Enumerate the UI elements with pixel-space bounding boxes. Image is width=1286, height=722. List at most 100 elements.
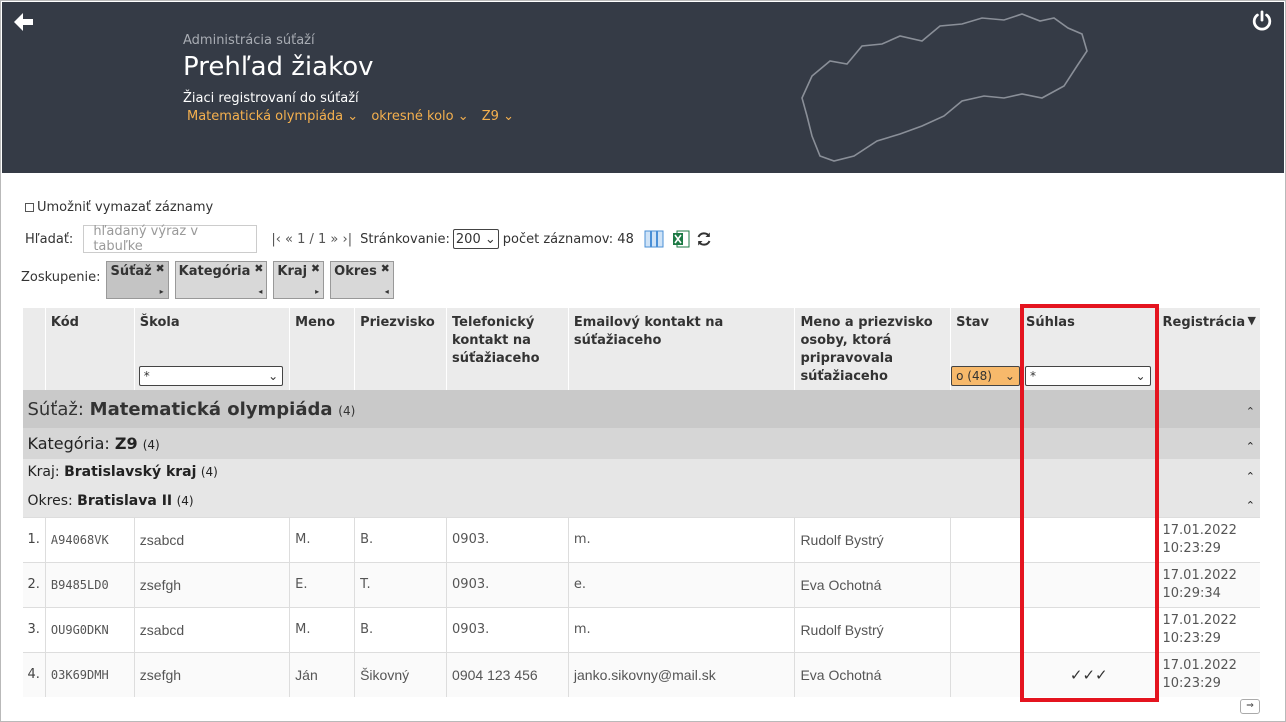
cell-stav (950, 651, 1021, 697)
toolbar: Hľadať: hľadaný výraz v tabuľke |‹ « 1 /… (25, 224, 712, 254)
close-icon[interactable]: ✖ (254, 262, 263, 275)
sort-icon: ▸ (159, 287, 164, 296)
grouping-label: Zoskupenie: (21, 270, 101, 285)
suhlas-filter-select[interactable]: * ⌄ (1024, 366, 1151, 386)
reg-time: 10:23:29 (1162, 540, 1221, 556)
cell-email: m. (567, 516, 795, 562)
cell-registracia: 17.01.2022 10:23:29 (1156, 516, 1260, 562)
slovakia-map-icon (801, 13, 1088, 162)
search-input[interactable]: hľadaný výraz v tabuľke (83, 224, 258, 254)
category-filter[interactable]: Z9 ⌄ (482, 109, 514, 124)
reg-date: 17.01.2022 (1162, 657, 1237, 673)
back-arrow-icon[interactable] (12, 10, 36, 34)
sort-icon: ◂ (384, 287, 389, 296)
row-number: 1. (22, 516, 46, 562)
cell-pripravoval: Rudolf Bystrý (794, 606, 951, 652)
close-icon[interactable]: ✖ (381, 262, 390, 275)
chevron-down-icon: ⌄ (503, 109, 515, 124)
group-row-okres[interactable]: Okres: Bratislava II (4) ⌃ (22, 488, 1260, 517)
chevron-up-icon[interactable]: ⌃ (1246, 405, 1255, 418)
allow-delete-checkbox[interactable]: Umožniť vymazať záznamy (25, 200, 213, 215)
cell-registracia: 17.01.2022 10:23:29 (1156, 651, 1260, 697)
col-stav[interactable]: Stav o (48) ⌄ (950, 308, 1021, 390)
chevron-up-icon[interactable]: ⌃ (1246, 470, 1255, 483)
group-row-kraj[interactable]: Kraj: Bratislavský kraj (4) ⌃ (22, 459, 1260, 488)
cell-stav (950, 561, 1021, 607)
table-row[interactable]: 4. 03K69DMH zsefgh Ján Šikovný 0904 123 456 ja… (22, 651, 1260, 697)
chevron-down-icon: ⌄ (457, 109, 469, 124)
cell-kod: OU9G0DKN (44, 606, 135, 652)
cell-registracia: 17.01.2022 10:29:34 (1156, 561, 1260, 607)
cell-meno: E. (289, 561, 355, 607)
col-suhlas[interactable]: Súhlas * ⌄ (1019, 308, 1157, 390)
close-icon[interactable]: ✖ (155, 262, 164, 275)
col-meno[interactable]: Meno (289, 308, 355, 390)
sort-icon: ▸ (315, 287, 320, 296)
sort-icon: ◂ (258, 287, 263, 296)
round-filter[interactable]: okresné kolo ⌄ (371, 109, 468, 124)
table-row[interactable]: 3. OU9G0DKN zsabcd M. B. 0903. m. Rudolf Bystrý… (22, 606, 1260, 652)
chevron-down-icon: ⌄ (1004, 369, 1015, 383)
table-row[interactable]: 1. A94068VK zsabcd M. B. 0903. m. Rudolf Bystrý… (22, 516, 1260, 562)
col-registracia[interactable]: Registrácia ▼ (1156, 308, 1260, 390)
stav-filter-select[interactable]: o (48) ⌄ (951, 366, 1020, 386)
col-skola[interactable]: Škola * ⌄ (133, 308, 290, 390)
group-chip-okres[interactable]: Okres ✖ ◂ (330, 261, 394, 299)
row-number: 4. (22, 651, 46, 697)
close-icon[interactable]: ✖ (311, 262, 320, 275)
cell-telefon: 0903. (446, 561, 569, 607)
chevron-down-icon: ⌄ (268, 369, 279, 383)
cell-suhlas (1019, 606, 1157, 652)
cell-priezvisko: T. (354, 561, 447, 607)
chevron-down-icon: ⌄ (484, 231, 496, 247)
group-chip-sutaz[interactable]: Súťaž ✖ ▸ (106, 261, 169, 299)
checkbox-box[interactable] (25, 203, 34, 212)
column-menu-icon[interactable]: ▼ (1248, 312, 1256, 330)
cell-stav (950, 516, 1021, 562)
cell-suhlas (1019, 561, 1157, 607)
cell-kod: A94068VK (44, 516, 135, 562)
cell-email: janko.sikovny@mail.sk (567, 651, 795, 697)
cell-suhlas (1019, 516, 1157, 562)
table-row[interactable]: 2. B9485LD0 zsefgh E. T. 0903. e. Eva Ochotná 17… (22, 561, 1260, 607)
skola-filter-select[interactable]: * ⌄ (138, 366, 284, 386)
expand-icon[interactable]: ⇒ (1240, 699, 1260, 714)
group-row-kategoria[interactable]: Kategória: Z9 (4) ⌃ (22, 428, 1260, 459)
cell-email: e. (567, 561, 795, 607)
power-icon[interactable] (1251, 10, 1273, 32)
cell-telefon: 0903. (446, 606, 569, 652)
group-chip-kategoria[interactable]: Kategória ✖ ◂ (174, 261, 268, 299)
col-kod[interactable]: Kód (44, 308, 135, 390)
refresh-icon[interactable] (696, 231, 712, 247)
group-row-sutaz[interactable]: Súťaž: Matematická olympiáda (4) ⌃ (22, 390, 1260, 428)
paging-select[interactable]: 200 ⌄ (452, 229, 499, 249)
cell-kod: B9485LD0 (44, 561, 135, 607)
pager[interactable]: |‹ « 1 / 1 » ›| (271, 232, 352, 247)
group-chip-kraj[interactable]: Kraj ✖ ▸ (273, 261, 325, 299)
cell-skola: zsefgh (133, 561, 290, 607)
page-header: Administrácia súťaží Prehľad žiakov Žiac… (2, 2, 1284, 173)
cell-suhlas: ✓✓✓ (1019, 651, 1157, 697)
cell-pripravoval: Eva Ochotná (794, 561, 951, 607)
chevron-down-icon: ⌄ (347, 109, 359, 124)
page-title: Prehľad žiakov (183, 52, 374, 82)
competition-filter[interactable]: Matematická olympiáda ⌄ (187, 109, 358, 124)
col-telefon[interactable]: Telefonický kontakt na súťažiaceho (446, 308, 569, 390)
col-email[interactable]: Emailový kontakt na súťažiaceho (567, 308, 795, 390)
record-count: počet záznamov: 48 (502, 231, 634, 247)
header-row: Kód Škola * ⌄ Meno Priezvisko Telefonický… (22, 308, 1260, 390)
paging-label: Stránkovanie: (360, 231, 450, 247)
cell-kod: 03K69DMH (44, 651, 135, 697)
cell-registracia: 17.01.2022 10:23:29 (1156, 606, 1260, 652)
col-priezvisko[interactable]: Priezvisko (354, 308, 447, 390)
excel-icon[interactable] (672, 230, 690, 248)
reg-time: 10:29:34 (1162, 585, 1221, 601)
chevron-up-icon[interactable]: ⌃ (1246, 499, 1255, 512)
cell-skola: zsabcd (133, 516, 290, 562)
cell-stav (950, 606, 1021, 652)
columns-icon[interactable] (644, 230, 664, 248)
chevron-down-icon: ⌄ (1135, 369, 1146, 383)
cell-skola: zsabcd (133, 606, 290, 652)
chevron-up-icon[interactable]: ⌃ (1246, 440, 1255, 453)
col-pripravoval[interactable]: Meno a priezvisko osoby, ktorá pripravov… (794, 308, 951, 390)
